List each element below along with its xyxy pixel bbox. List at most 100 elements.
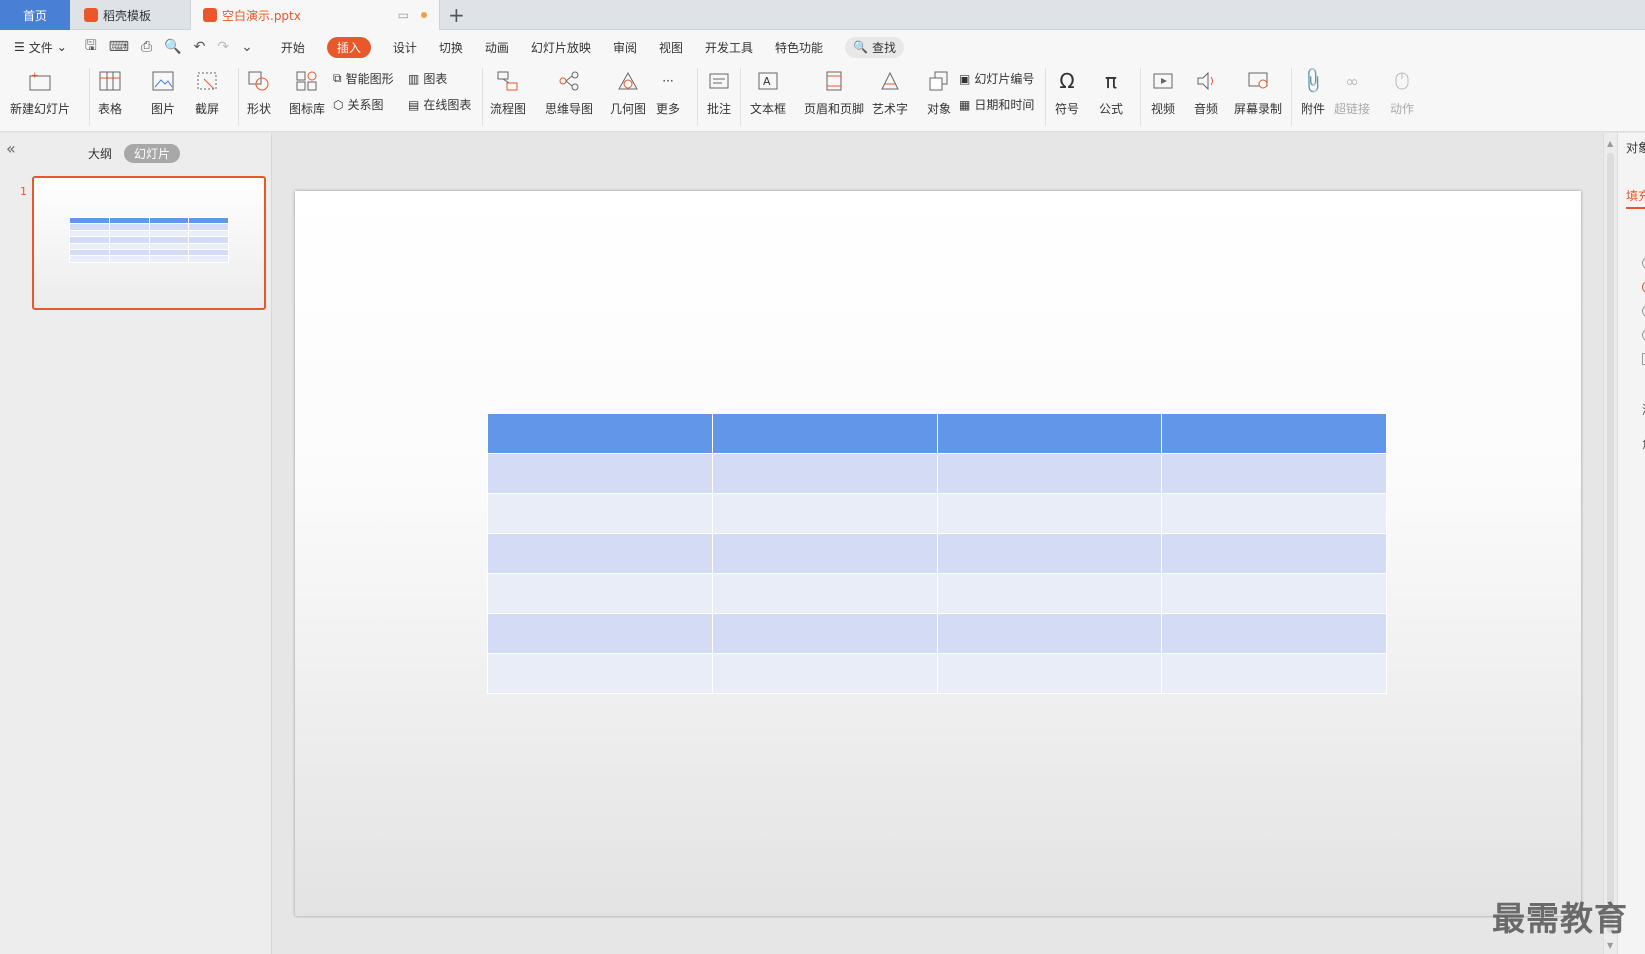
table-cell[interactable]: [487, 493, 713, 534]
wordart-button[interactable]: 艺术字: [872, 68, 908, 117]
undo-icon[interactable]: ↶: [194, 39, 206, 55]
picture-button[interactable]: 图片: [150, 68, 176, 117]
slide-panel: « 大纲 幻灯片 1: [0, 133, 272, 954]
online-chart-button[interactable]: ▤ 在线图表: [408, 96, 471, 113]
header-footer-button[interactable]: 页眉和页脚: [804, 68, 864, 117]
flowchart-button[interactable]: 流程图: [490, 68, 526, 117]
redo-icon[interactable]: ↷: [217, 39, 229, 55]
table-cell[interactable]: [936, 413, 1163, 454]
shape-button[interactable]: 形状: [246, 68, 272, 117]
mindmap-button[interactable]: 思维导图: [545, 68, 593, 117]
slide-thumbnail[interactable]: [32, 176, 266, 310]
video-button[interactable]: 视频: [1150, 68, 1176, 117]
table-cell[interactable]: [711, 573, 938, 614]
save-icon[interactable]: 🖫: [85, 35, 97, 59]
new-slide-button[interactable]: + 新建幻灯片: [10, 68, 70, 117]
tab-fill[interactable]: 填充: [1626, 187, 1645, 204]
new-tab-button[interactable]: +: [448, 3, 465, 27]
scroll-down-icon[interactable]: ▼: [1607, 941, 1613, 950]
menu-review[interactable]: 审阅: [613, 39, 637, 56]
menu-slideshow[interactable]: 幻灯片放映: [531, 39, 591, 56]
table-cell[interactable]: [1161, 613, 1387, 654]
property-panel-title: 对象属性: [1626, 141, 1645, 155]
ellipsis-icon: ···: [662, 74, 674, 88]
table-cell[interactable]: [487, 533, 713, 574]
chart-button[interactable]: ▥ 图表: [408, 70, 447, 87]
symbol-button[interactable]: Ω 符号: [1054, 68, 1080, 117]
vertical-scrollbar[interactable]: ▲ ▼: [1603, 133, 1617, 954]
table-cell[interactable]: [1161, 533, 1387, 574]
table-cell[interactable]: [711, 493, 938, 534]
table-cell[interactable]: [936, 573, 1163, 614]
print-preview-icon[interactable]: 🔍: [164, 39, 181, 55]
table-cell[interactable]: [711, 413, 938, 454]
object-button[interactable]: 对象: [926, 68, 952, 117]
menu-transition[interactable]: 切换: [439, 39, 463, 56]
audio-button[interactable]: 音频: [1193, 68, 1219, 117]
screen-icon[interactable]: ▭: [398, 8, 409, 22]
table-cell[interactable]: [1161, 453, 1387, 494]
format-painter-icon[interactable]: ⌨: [109, 39, 129, 55]
smart-art-button[interactable]: ⧉ 智能图形: [333, 70, 394, 87]
table-cell[interactable]: [711, 613, 938, 654]
table-cell[interactable]: [936, 653, 1163, 694]
search-box[interactable]: 🔍 查找: [845, 36, 904, 58]
menu-developer[interactable]: 开发工具: [705, 39, 753, 56]
file-menu[interactable]: ☰ 文件 ⌄: [14, 39, 67, 56]
table-button[interactable]: 表格: [97, 68, 123, 117]
scrollbar-thumb[interactable]: [1607, 153, 1614, 933]
customize-icon[interactable]: ⌄: [241, 39, 253, 55]
action-button[interactable]: 动作: [1389, 68, 1415, 117]
table-cell[interactable]: [1161, 493, 1387, 534]
slide-table[interactable]: [487, 413, 1387, 694]
table-cell[interactable]: [936, 533, 1163, 574]
tab-document[interactable]: 空白演示.pptx ▭: [190, 0, 440, 30]
scroll-up-icon[interactable]: ▲: [1607, 139, 1613, 148]
comment-button[interactable]: 批注: [706, 68, 732, 117]
table-cell[interactable]: [711, 533, 938, 574]
print-icon[interactable]: ⎙: [141, 39, 152, 55]
slide-number-button[interactable]: ▣ 幻灯片编号: [959, 70, 1034, 87]
table-cell[interactable]: [487, 573, 713, 614]
table-cell[interactable]: [487, 413, 713, 454]
table-cell[interactable]: [936, 613, 1163, 654]
table-cell[interactable]: [487, 613, 713, 654]
table-cell[interactable]: [936, 453, 1163, 494]
table-cell[interactable]: [487, 453, 713, 494]
watermark: 最需教育: [1492, 899, 1628, 938]
slide[interactable]: [295, 191, 1581, 916]
table-cell[interactable]: [1161, 573, 1387, 614]
online-chart-icon: ▤: [408, 97, 420, 112]
collapse-panel-icon[interactable]: «: [6, 139, 16, 158]
table-cell[interactable]: [711, 453, 938, 494]
formula-button[interactable]: π 公式: [1098, 68, 1124, 117]
menu-special[interactable]: 特色功能: [775, 39, 823, 56]
menu-insert[interactable]: 插入: [326, 36, 371, 58]
relation-chart-button[interactable]: ⬡ 关系图: [333, 96, 384, 113]
textbox-button[interactable]: A 文本框: [750, 68, 786, 117]
menu-animation[interactable]: 动画: [485, 39, 509, 56]
hyperlink-button[interactable]: ∞ 超链接: [1334, 68, 1370, 117]
tab-slides[interactable]: 幻灯片: [124, 144, 181, 163]
online-chart-label: 在线图表: [423, 98, 472, 112]
menu-design[interactable]: 设计: [393, 39, 417, 56]
screenshot-button[interactable]: 截屏: [194, 68, 220, 117]
screen-record-button[interactable]: 屏幕录制: [1234, 68, 1282, 117]
table-cell[interactable]: [936, 493, 1163, 534]
table-cell[interactable]: [1161, 653, 1387, 694]
geometry-button[interactable]: 几何图: [610, 68, 646, 117]
table-cell[interactable]: [1161, 413, 1387, 454]
table-cell[interactable]: [711, 653, 938, 694]
date-time-button[interactable]: ▦ 日期和时间: [959, 96, 1034, 113]
flowchart-icon: [495, 68, 521, 94]
tab-outline[interactable]: 大纲: [88, 145, 112, 162]
more-button[interactable]: ··· 更多: [655, 68, 681, 117]
table-cell[interactable]: [487, 653, 713, 694]
icon-library-button[interactable]: 图标库: [289, 68, 325, 117]
wordart-label: 艺术字: [872, 102, 909, 116]
tab-home[interactable]: 首页: [0, 0, 70, 30]
attachment-button[interactable]: 📎 附件: [1298, 66, 1329, 117]
menu-home[interactable]: 开始: [281, 39, 305, 56]
tab-template[interactable]: 稻壳模板: [72, 0, 186, 30]
menu-view[interactable]: 视图: [659, 39, 683, 56]
